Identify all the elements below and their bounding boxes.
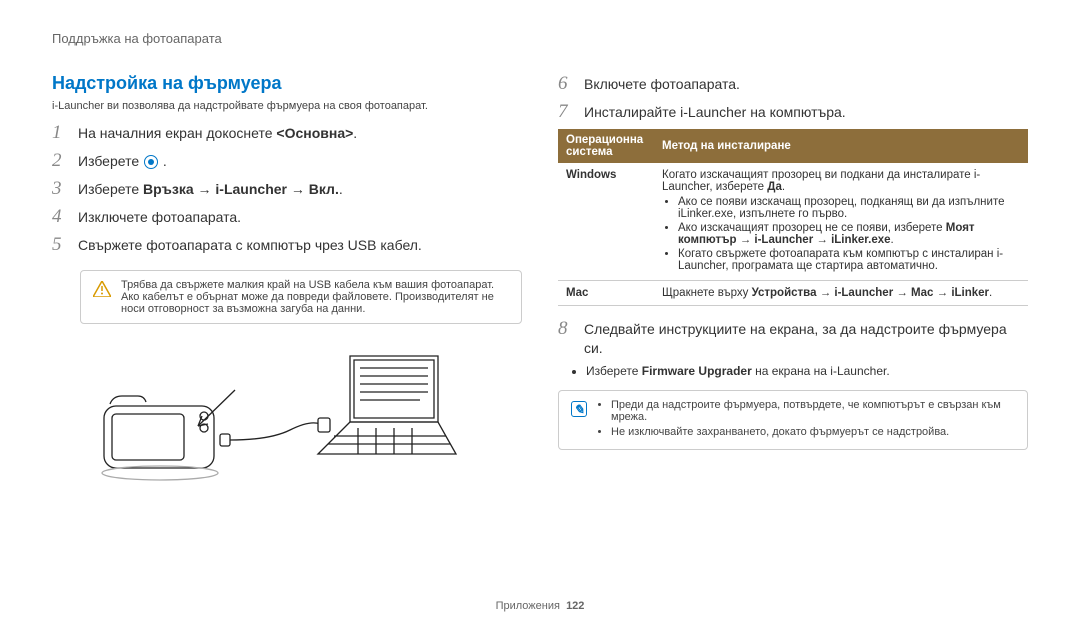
step-number: 2 bbox=[52, 150, 66, 172]
note-icon: ✎ bbox=[571, 401, 587, 417]
step-8-sub-item: Изберете Firmware Upgrader на екрана на … bbox=[586, 364, 1028, 378]
mac-bold: Устройства → i-Launcher → Mac → iLinker bbox=[752, 287, 989, 299]
table-header-method: Метод на инсталиране bbox=[654, 129, 1028, 163]
step-number: 3 bbox=[52, 178, 66, 200]
step-text: На началния екран докоснете <Основна>. bbox=[78, 124, 357, 143]
page-number: 122 bbox=[566, 600, 584, 612]
os-mac-label: Mac bbox=[558, 281, 654, 306]
table-header-os: Операционна система bbox=[558, 129, 654, 163]
step-text-pre: Изберете bbox=[78, 181, 143, 197]
win-b2-post: . bbox=[891, 234, 894, 246]
step-number: 1 bbox=[52, 122, 66, 144]
step-8: 8 Следвайте инструкциите на екрана, за д… bbox=[558, 318, 1028, 358]
s8-sub-bold: Firmware Upgrader bbox=[642, 364, 752, 378]
info-box: ✎ Преди да надстроите фърмуера, потвърде… bbox=[558, 390, 1028, 450]
step-text-pre: Изберете bbox=[78, 153, 143, 169]
warning-box: Трябва да свържете малкия край на USB ка… bbox=[80, 270, 522, 324]
section-intro: i-Launcher ви позволява да надстройвате … bbox=[52, 100, 522, 112]
os-windows-method: Когато изскачащият прозорец ви подкани д… bbox=[654, 163, 1028, 281]
s8-sub-pre: Изберете bbox=[586, 364, 642, 378]
win-intro-pre: Когато изскачащият прозорец ви подкани д… bbox=[662, 169, 980, 193]
step-text: Изберете . bbox=[78, 152, 167, 171]
page-content: Надстройка на фърмуера i-Launcher ви поз… bbox=[0, 53, 1080, 486]
win-intro-bold: Да bbox=[767, 181, 782, 193]
table-row: Mac Щракнете върху Устройства → i-Launch… bbox=[558, 281, 1028, 306]
step-7: 7 Инсталирайте i-Launcher на компютъра. bbox=[558, 101, 1028, 123]
step-text-pre: На началния екран докоснете bbox=[78, 125, 276, 141]
info-bullet-1: Преди да надстроите фърмуера, потвърдете… bbox=[611, 399, 1015, 423]
step-text: Следвайте инструкциите на екрана, за да … bbox=[584, 320, 1028, 358]
usb-connection-diagram bbox=[80, 336, 460, 486]
step-text-post: . bbox=[353, 125, 357, 141]
os-mac-method: Щракнете върху Устройства → i-Launcher →… bbox=[654, 281, 1028, 306]
win-bullet-2: Ако изскачащият прозорец не се появи, из… bbox=[678, 222, 1020, 246]
settings-target-icon bbox=[144, 155, 158, 169]
warning-text: Трябва да свържете малкия край на USB ка… bbox=[121, 279, 509, 315]
step-3: 3 Изберете Връзка → i-Launcher → Вкл.. bbox=[52, 178, 522, 200]
win-b2-pre: Ако изскачащият прозорец не се появи, из… bbox=[678, 222, 946, 234]
info-bullet-2: Не изключвайте захранването, докато фърм… bbox=[611, 426, 1015, 438]
step-text-bold: Връзка → i-Launcher → Вкл. bbox=[143, 181, 339, 197]
install-method-table: Операционна система Метод на инсталиране… bbox=[558, 129, 1028, 306]
win-bullet-1: Ако се появи изскачащ прозорец, подканящ… bbox=[678, 196, 1020, 220]
win-intro-post: . bbox=[782, 181, 785, 193]
step-text: Изключете фотоапарата. bbox=[78, 208, 241, 227]
step-text: Включете фотоапарата. bbox=[584, 75, 740, 94]
page-footer: Приложения 122 bbox=[0, 600, 1080, 612]
step-5: 5 Свържете фотоапарата с компютър чрез U… bbox=[52, 234, 522, 256]
breadcrumb: Поддръжка на фотоапарата bbox=[52, 31, 222, 46]
step-text: Свържете фотоапарата с компютър чрез USB… bbox=[78, 236, 422, 255]
step-text: Изберете Връзка → i-Launcher → Вкл.. bbox=[78, 180, 343, 199]
warning-icon bbox=[93, 281, 111, 297]
step-number: 8 bbox=[558, 318, 572, 340]
step-text-post: . bbox=[339, 181, 343, 197]
step-6: 6 Включете фотоапарата. bbox=[558, 73, 1028, 95]
step-number: 4 bbox=[52, 206, 66, 228]
mac-pre: Щракнете върху bbox=[662, 287, 752, 299]
footer-label: Приложения bbox=[496, 600, 560, 612]
step-text: Инсталирайте i-Launcher на компютъра. bbox=[584, 103, 846, 122]
table-row: Windows Когато изскачащият прозорец ви п… bbox=[558, 163, 1028, 281]
left-column: Надстройка на фърмуера i-Launcher ви поз… bbox=[52, 73, 522, 486]
step-4: 4 Изключете фотоапарата. bbox=[52, 206, 522, 228]
step-1: 1 На началния екран докоснете <Основна>. bbox=[52, 122, 522, 144]
step-number: 6 bbox=[558, 73, 572, 95]
s8-sub-post: на екрана на i-Launcher. bbox=[752, 364, 890, 378]
step-number: 7 bbox=[558, 101, 572, 123]
os-windows-label: Windows bbox=[558, 163, 654, 281]
section-title: Надстройка на фърмуера bbox=[52, 73, 522, 94]
right-column: 6 Включете фотоапарата. 7 Инсталирайте i… bbox=[558, 73, 1028, 486]
page-header: Поддръжка на фотоапарата bbox=[0, 0, 1080, 53]
mac-post: . bbox=[989, 287, 992, 299]
step-text-post: . bbox=[159, 153, 167, 169]
step-8-sub: Изберете Firmware Upgrader на екрана на … bbox=[558, 364, 1028, 378]
step-2: 2 Изберете . bbox=[52, 150, 522, 172]
win-bullet-3: Когато свържете фотоапарата към компютър… bbox=[678, 248, 1020, 272]
step-text-bold: <Основна> bbox=[276, 125, 353, 141]
step-number: 5 bbox=[52, 234, 66, 256]
